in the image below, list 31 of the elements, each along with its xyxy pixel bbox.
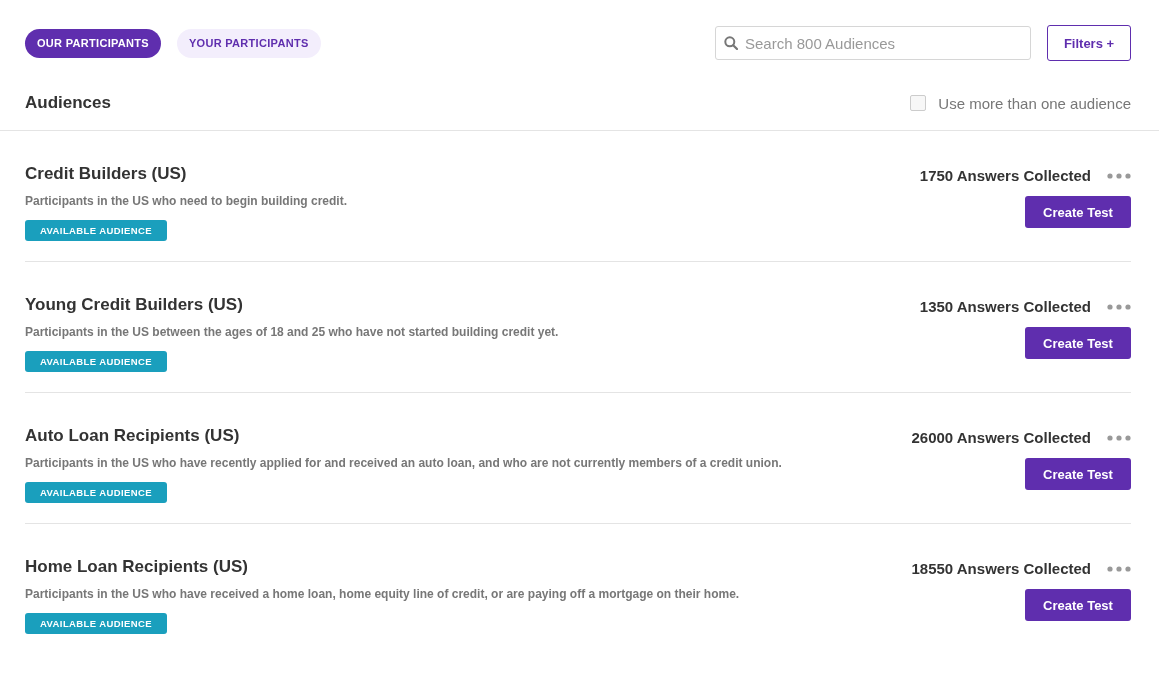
audience-description: Participants in the US who have received a home loan, home equity line of credit, or are paying off a mortgage on their home. [25,587,740,601]
create-test-button[interactable]: Create Test [1025,458,1131,490]
create-test-button[interactable]: Create Test [1025,589,1131,621]
audience-description: Participants in the US who need to begin building credit. [25,194,348,208]
more-icon[interactable] [1107,565,1131,572]
audience-name: Credit Builders (US) [25,164,187,184]
more-icon[interactable] [1107,172,1131,179]
audience-name: Young Credit Builders (US) [25,295,243,315]
status-badge: AVAILABLE AUDIENCE [25,613,168,634]
answers-count: 26000 Answers Collected [911,429,1091,446]
participants-tab[interactable]: YOUR PARTICIPANTS [176,28,321,58]
search-field[interactable]: Search 800 Audiences [715,26,1031,60]
participants-tab[interactable]: OUR PARTICIPANTS [25,28,161,58]
audience-name: Home Loan Recipients (US) [25,557,248,577]
more-icon[interactable] [1107,434,1131,441]
answers-count: 1350 Answers Collected [919,298,1091,315]
status-badge: AVAILABLE AUDIENCE [25,351,168,372]
checkbox-label: Use more than one audience [938,94,1131,112]
status-badge: AVAILABLE AUDIENCE [25,482,168,503]
create-test-button[interactable]: Create Test [1025,196,1131,228]
checkbox[interactable] [910,95,927,111]
filters-button[interactable]: Filters + [1047,25,1131,61]
answers-count: 18550 Answers Collected [911,560,1091,577]
create-test-button[interactable]: Create Test [1025,327,1131,359]
audience-description: Participants in the US between the ages of 18 and 25 who have not started building credit yet. [25,325,559,339]
audience-name: Auto Loan Recipients (US) [25,426,240,446]
section-title: Audiences [25,93,111,113]
more-icon[interactable] [1107,303,1131,310]
answers-count: 1750 Answers Collected [919,167,1091,184]
status-badge: AVAILABLE AUDIENCE [25,220,168,241]
audience-description: Participants in the US who have recently applied for and received an auto loan, and who are not currently members of a credit union. [25,456,782,470]
